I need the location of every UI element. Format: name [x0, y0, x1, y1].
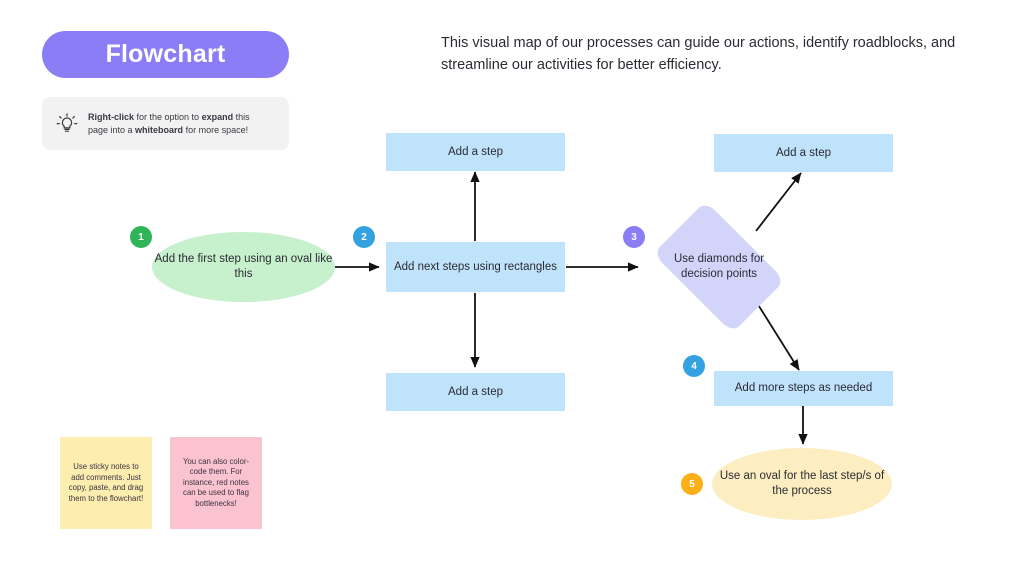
sticky-note-yellow[interactable]: Use sticky notes to add comments. Just c… — [60, 437, 152, 529]
tip-line2-end: for more space! — [183, 124, 249, 135]
tip-line2-start: page into a — [88, 124, 136, 135]
node-start-oval[interactable]: Add the first step using an oval like th… — [152, 232, 335, 302]
node-end-oval[interactable]: Use an oval for the last step/s of the p… — [712, 448, 892, 520]
sticky-note-pink-text: You can also color-code them. For instan… — [182, 456, 250, 508]
node-decision-diamond[interactable]: Use diamonds for decision points — [653, 201, 785, 333]
tip-bold-whiteboard: whiteboard — [135, 124, 184, 135]
step-badge-1[interactable]: 1 — [130, 226, 152, 248]
node-end-oval-label: Use an oval for the last step/s of the p… — [719, 470, 885, 497]
node-more-steps[interactable]: Add more steps as needed — [714, 371, 893, 406]
node-right-top-step-label: Add a step — [776, 146, 831, 159]
sticky-note-pink[interactable]: You can also color-code them. For instan… — [170, 437, 262, 529]
tip-line1-mid: for the option to — [134, 111, 202, 122]
lightbulb-icon — [54, 111, 80, 137]
step-badge-5[interactable]: 5 — [681, 473, 703, 495]
step-badge-4[interactable]: 4 — [683, 355, 705, 377]
step-badge-3-number: 3 — [631, 231, 637, 243]
page-title: Flowchart — [105, 40, 226, 68]
tip-bold-right-click: Right-click — [88, 111, 135, 122]
node-start-oval-label: Add the first step using an oval like th… — [154, 253, 333, 280]
sticky-note-yellow-text: Use sticky notes to add comments. Just c… — [68, 462, 144, 503]
node-top-step-label: Add a step — [448, 145, 503, 158]
step-badge-2-number: 2 — [361, 231, 367, 243]
node-right-top-step[interactable]: Add a step — [714, 134, 893, 172]
node-top-step[interactable]: Add a step — [386, 133, 565, 171]
node-more-steps-label: Add more steps as needed — [734, 382, 873, 394]
node-center-rect[interactable]: Add next steps using rectangles — [386, 242, 565, 292]
intro-paragraph: This visual map of our processes can gui… — [441, 35, 956, 73]
tip-text: Right-click for the option to expand thi… — [88, 111, 250, 137]
step-badge-3[interactable]: 3 — [623, 226, 645, 248]
tip-callout: Right-click for the option to expand thi… — [42, 97, 289, 150]
step-badge-4-number: 4 — [691, 360, 697, 372]
step-badge-2[interactable]: 2 — [353, 226, 375, 248]
node-bottom-step-label: Add a step — [448, 385, 503, 398]
node-decision-diamond-label: Use diamonds for decision points — [673, 253, 765, 280]
step-badge-5-number: 5 — [689, 478, 695, 490]
node-bottom-step[interactable]: Add a step — [386, 373, 565, 411]
step-badge-1-number: 1 — [138, 231, 144, 243]
tip-bold-expand: expand — [201, 111, 234, 122]
node-center-rect-label: Add next steps using rectangles — [393, 260, 558, 273]
page-title-pill: Flowchart — [42, 31, 289, 78]
tip-line1-end: this — [233, 111, 250, 122]
